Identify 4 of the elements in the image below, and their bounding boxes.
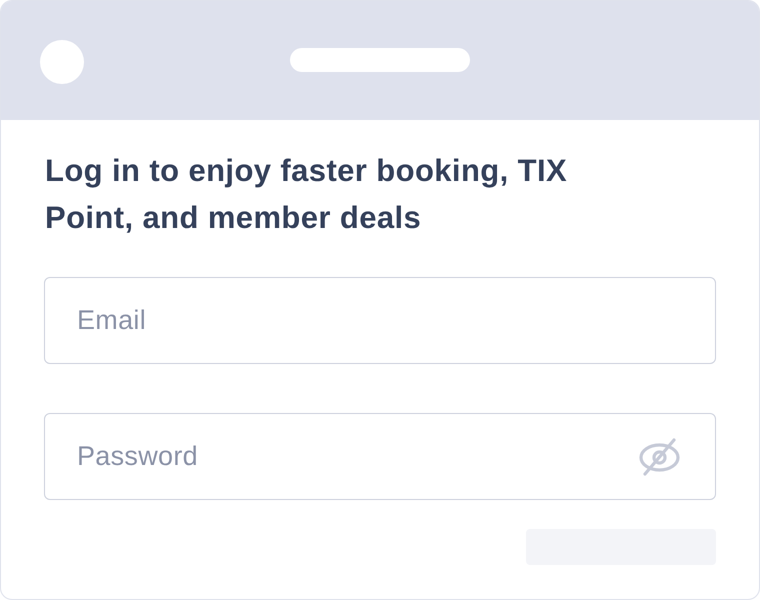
eye-slash-icon[interactable]: [639, 438, 680, 476]
password-field[interactable]: Password: [44, 413, 716, 500]
login-heading: Log in to enjoy faster booking, TIX Point, and member deals: [44, 152, 568, 237]
email-field[interactable]: Email: [44, 277, 716, 364]
